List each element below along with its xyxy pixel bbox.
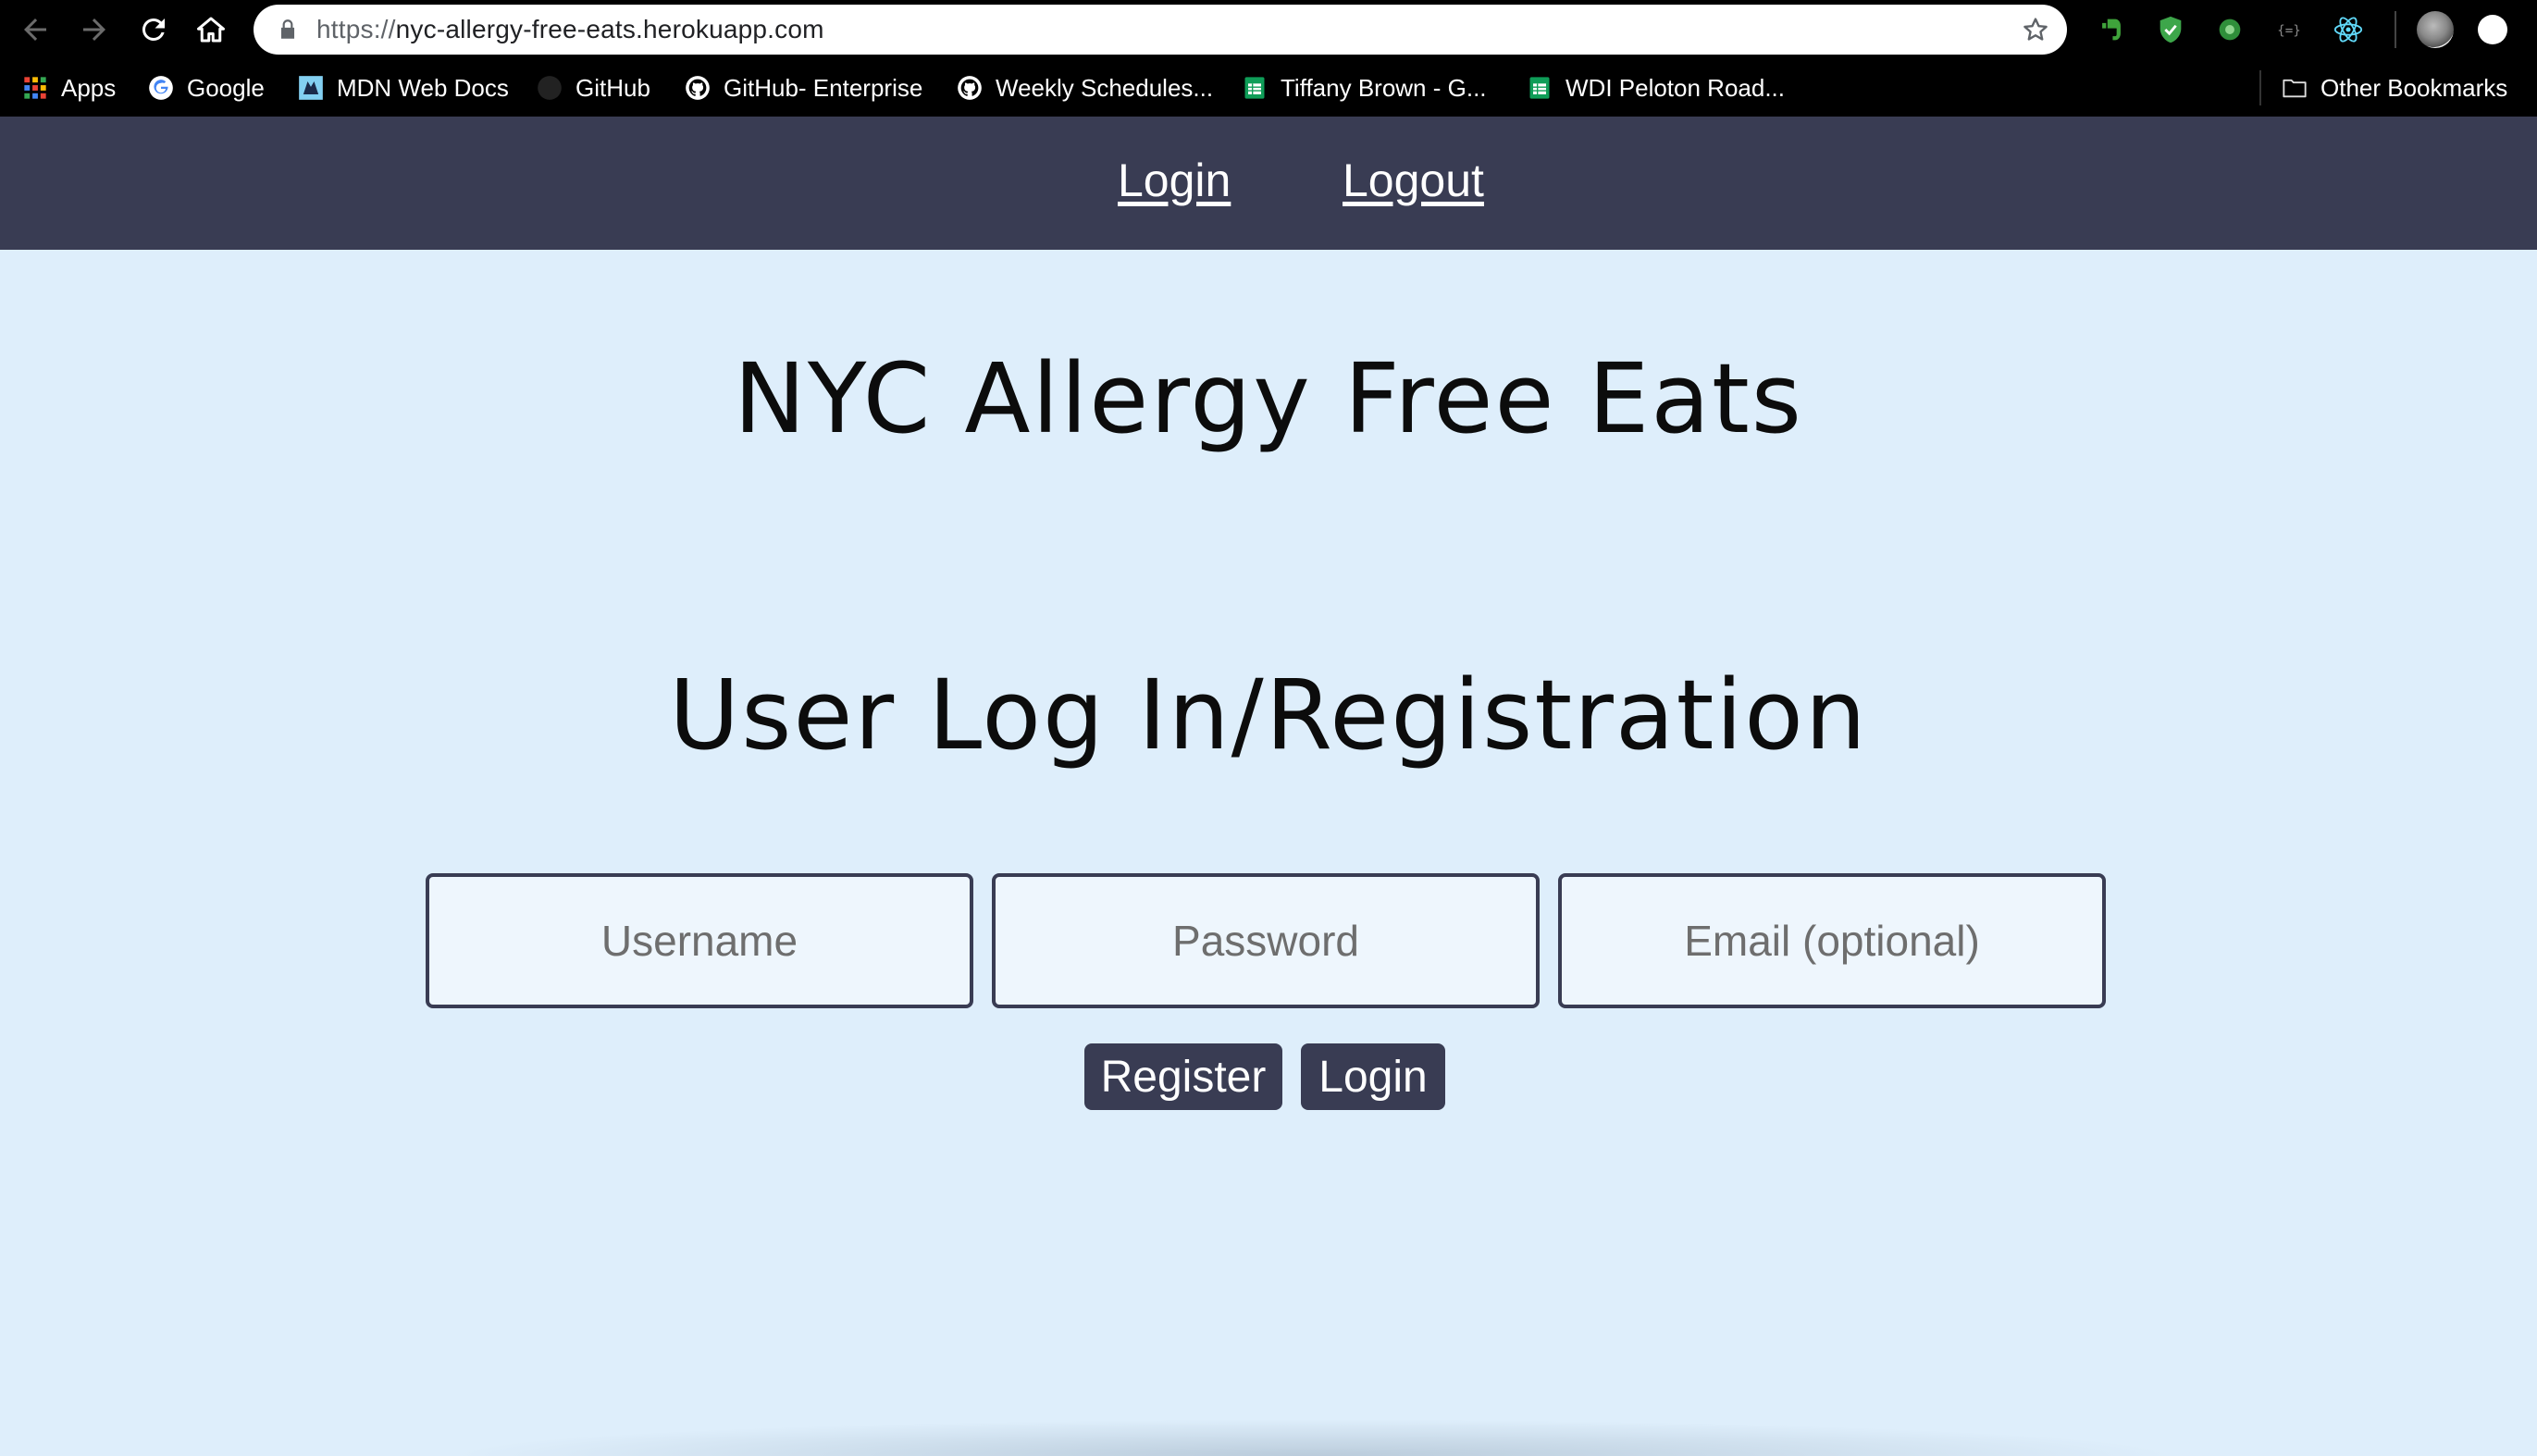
mdn-icon [299,76,323,100]
bookmark-label: Tiffany Brown - G... [1281,73,1487,102]
bookmarks-bar: Apps Google MDN Web Docs GitHub GitHub- … [0,59,2537,117]
folder-icon [2283,79,2307,98]
nav-login-link[interactable]: Login [1118,154,1231,207]
grammar-extension[interactable] [2213,13,2246,46]
site-navbar: Login Logout [0,117,2537,250]
json-viewer-icon: {=} [2277,24,2301,39]
bookmark-star-icon[interactable] [2021,15,2050,44]
bookmark-google[interactable]: Google [148,59,265,117]
toolbar-divider [2395,11,2396,48]
back-arrow-icon [24,19,46,41]
bookmark-label: WDI Peloton Road... [1566,73,1785,102]
nav-logout-link[interactable]: Logout [1343,154,1484,207]
sheets-icon [1244,77,1265,99]
home-button[interactable] [191,9,231,50]
sheets-icon [1529,77,1550,99]
section-title: User Log In/Registration [669,659,1868,771]
evernote-icon [2102,19,2121,41]
shield-check-icon [2160,16,2182,43]
bookmark-apps[interactable]: Apps [22,59,116,117]
login-button[interactable]: Login [1301,1043,1445,1110]
email-input[interactable] [1558,873,2106,1008]
profile-avatar[interactable] [2417,11,2454,48]
bookmarks-divider [2259,70,2261,105]
site-title: NYC Allergy Free Eats [734,342,1803,455]
bookmark-label: Google [187,73,265,102]
grammar-icon [2219,19,2241,41]
svg-text:{=}: {=} [2277,24,2301,39]
github-icon [538,76,562,100]
address-url: https://nyc-allergy-free-eats.herokuapp.… [316,15,824,43]
profile-menu-dot[interactable] [2478,15,2507,44]
forward-arrow-icon [83,19,105,41]
github-icon [958,76,982,100]
bookmark-label: GitHub [575,73,650,102]
bookmark-wdi-peloton[interactable]: WDI Peloton Road... [1527,59,1785,117]
username-input[interactable] [426,873,973,1008]
json-viewer-extension[interactable]: {=} [2272,13,2306,46]
reload-button[interactable] [133,9,174,50]
apps-grid-icon [24,77,46,99]
bookmark-tiffany-brown[interactable]: Tiffany Brown - G... [1242,59,1487,117]
back-button[interactable] [15,9,56,50]
evernote-extension[interactable] [2095,13,2128,46]
shield-extension[interactable] [2154,13,2187,46]
react-devtools-icon [2333,17,2363,43]
lock-icon [280,19,295,39]
reload-icon [142,18,165,41]
home-icon [197,17,225,43]
bookmark-weekly-schedules[interactable]: Weekly Schedules... [957,59,1213,117]
bookmark-mdn[interactable]: MDN Web Docs [298,59,509,117]
bookmark-github[interactable]: GitHub [537,59,650,117]
bookmark-label: Apps [61,73,117,102]
other-bookmarks[interactable]: Other Bookmarks [2282,59,2507,117]
google-icon [149,76,173,100]
forward-button[interactable] [74,9,115,50]
address-bar[interactable]: https://nyc-allergy-free-eats.herokuapp.… [254,5,2067,55]
bookmark-github-enterprise[interactable]: GitHub- Enterprise [685,59,922,117]
bookmark-label: Weekly Schedules... [996,73,1214,102]
bookmark-label: GitHub- Enterprise [724,73,923,102]
register-button[interactable]: Register [1084,1043,1282,1110]
other-bookmarks-label: Other Bookmarks [2320,73,2508,102]
github-icon [686,76,710,100]
footer-shadow [444,1419,2184,1456]
react-devtools-extension[interactable] [2332,13,2365,46]
password-input[interactable] [992,873,1540,1008]
bookmark-label: MDN Web Docs [337,73,509,102]
browser-toolbar: https://nyc-allergy-free-eats.herokuapp.… [0,0,2537,59]
